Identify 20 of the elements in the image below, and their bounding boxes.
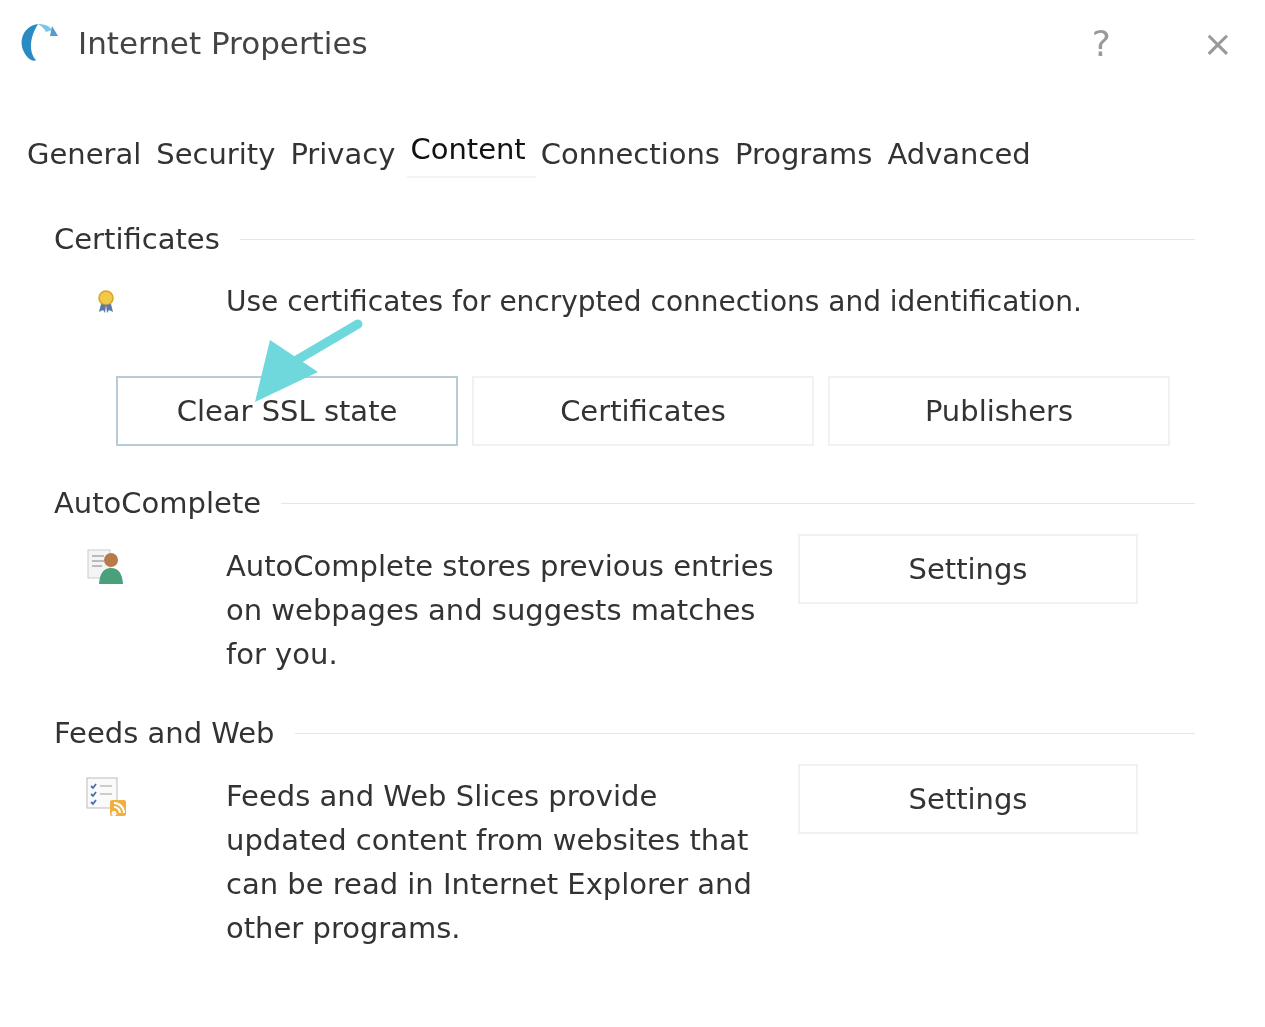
section-heading: AutoComplete: [54, 486, 262, 520]
tab[interactable]: Content: [407, 122, 536, 178]
window-title: Internet Properties: [78, 25, 369, 61]
settings-button[interactable]: Settings: [798, 534, 1138, 604]
tab[interactable]: Security: [153, 126, 286, 182]
tab[interactable]: Privacy: [287, 126, 406, 182]
tab[interactable]: Connections: [537, 126, 730, 182]
feed-list-icon: [84, 774, 128, 818]
tab[interactable]: Advanced: [884, 126, 1041, 182]
tab[interactable]: General: [24, 126, 152, 182]
dialog-button[interactable]: Publishers: [828, 376, 1170, 446]
description-text: AutoComplete stores previous entries on webpages and suggests matches for you.: [226, 548, 775, 673]
dialog-button[interactable]: Certificates: [472, 376, 814, 446]
tab[interactable]: Programs: [731, 126, 883, 182]
section-heading: Feeds and Web: [54, 716, 275, 750]
description-text: Feeds and Web Slices provide updated content from websites that can be read in Internet Explorer and other programs.: [226, 778, 753, 947]
description-text: Use certificates for encrypted connections and identification.: [226, 284, 1082, 320]
dialog-button[interactable]: Clear SSL state: [116, 376, 458, 446]
settings-button[interactable]: Settings: [798, 764, 1138, 834]
section-heading: Certificates: [54, 222, 220, 256]
